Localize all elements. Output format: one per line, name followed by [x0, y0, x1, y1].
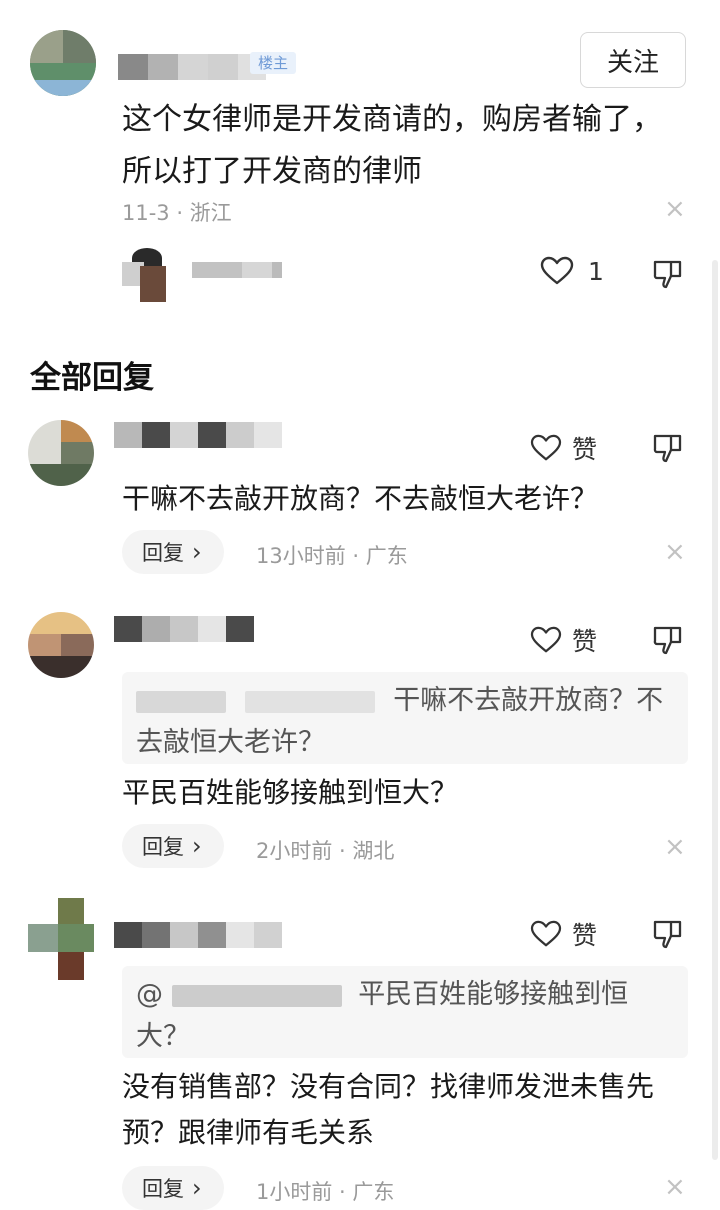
reply2-reply-button[interactable]: 回复 ›: [122, 824, 224, 868]
op-like-count: 1: [588, 256, 604, 286]
op-avatar[interactable]: [30, 30, 96, 96]
liker-avatar[interactable]: [122, 248, 168, 302]
reply3-username-blurred[interactable]: [114, 922, 282, 948]
dislike-icon[interactable]: [652, 258, 684, 290]
reply2-avatar[interactable]: [28, 612, 94, 678]
reply1-like[interactable]: 赞: [530, 430, 597, 466]
heart-icon: [530, 920, 562, 947]
quoted-username-blurred: [136, 690, 226, 713]
reply1-avatar[interactable]: [28, 420, 94, 486]
close-icon[interactable]: ×: [664, 834, 686, 860]
reply3-quote: @ 平民百姓能够接触到恒大？: [122, 966, 688, 1058]
dislike-icon[interactable]: [652, 432, 684, 464]
reply1-reply-button[interactable]: 回复 ›: [122, 530, 224, 574]
reply2-text: 平民百姓能够接触到恒大？: [122, 776, 459, 809]
reply2-like-label: 赞: [572, 627, 598, 656]
reply-label: 回复: [142, 1177, 184, 1201]
chevron-right-icon: ›: [192, 538, 202, 566]
chevron-right-icon: ›: [192, 832, 202, 860]
reply2-like[interactable]: 赞: [530, 622, 597, 658]
reply3-avatar[interactable]: [28, 898, 94, 980]
op-meta: 11-3 · 浙江: [122, 201, 232, 225]
reply3-reply-button[interactable]: 回复 ›: [122, 1166, 224, 1210]
reply2-quote: 干嘛不去敲开放商？不去敲恒大老许？: [122, 672, 688, 764]
reply2-username-blurred[interactable]: [114, 616, 254, 642]
reply1-username-blurred[interactable]: [114, 422, 282, 448]
dislike-icon[interactable]: [652, 918, 684, 950]
reply-label: 回复: [142, 541, 184, 565]
op-comment-text: 这个女律师是开发商请的，购房者输了，所以打了开发商的律师: [122, 102, 662, 189]
reply3-text: 没有销售部？没有合同？找律师发泄未售先预？跟律师有毛关系: [122, 1070, 655, 1149]
quoted-username-blurred-2: [244, 690, 375, 713]
close-icon[interactable]: ×: [664, 1174, 686, 1200]
heart-icon: [530, 626, 562, 653]
heart-icon: [540, 256, 574, 285]
quoted-username-blurred: [171, 984, 342, 1007]
reply1-meta: 13小时前 · 广东: [256, 544, 408, 568]
scrollbar[interactable]: [712, 260, 718, 1160]
heart-icon: [530, 434, 562, 461]
liker-name-blurred: [192, 262, 282, 278]
dislike-icon[interactable]: [652, 624, 684, 656]
reply3-like[interactable]: 赞: [530, 916, 597, 952]
close-icon[interactable]: ×: [664, 539, 686, 565]
reply3-like-label: 赞: [572, 921, 598, 950]
op-badge: 楼主: [250, 52, 297, 74]
reply3-quote-prefix: @: [136, 979, 163, 1010]
reply3-meta: 1小时前 · 广东: [256, 1180, 395, 1204]
op-username-blurred[interactable]: [118, 54, 266, 80]
follow-button[interactable]: 关注: [580, 32, 686, 88]
replies-section-title: 全部回复: [30, 360, 154, 396]
reply2-meta: 2小时前 · 湖北: [256, 839, 395, 863]
close-icon[interactable]: ×: [664, 196, 686, 222]
chevron-right-icon: ›: [192, 1174, 202, 1202]
reply-label: 回复: [142, 835, 184, 859]
reply1-text: 干嘛不去敲开放商？不去敲恒大老许？: [122, 482, 599, 515]
op-like[interactable]: 1: [540, 256, 604, 286]
reply1-like-label: 赞: [572, 435, 598, 464]
